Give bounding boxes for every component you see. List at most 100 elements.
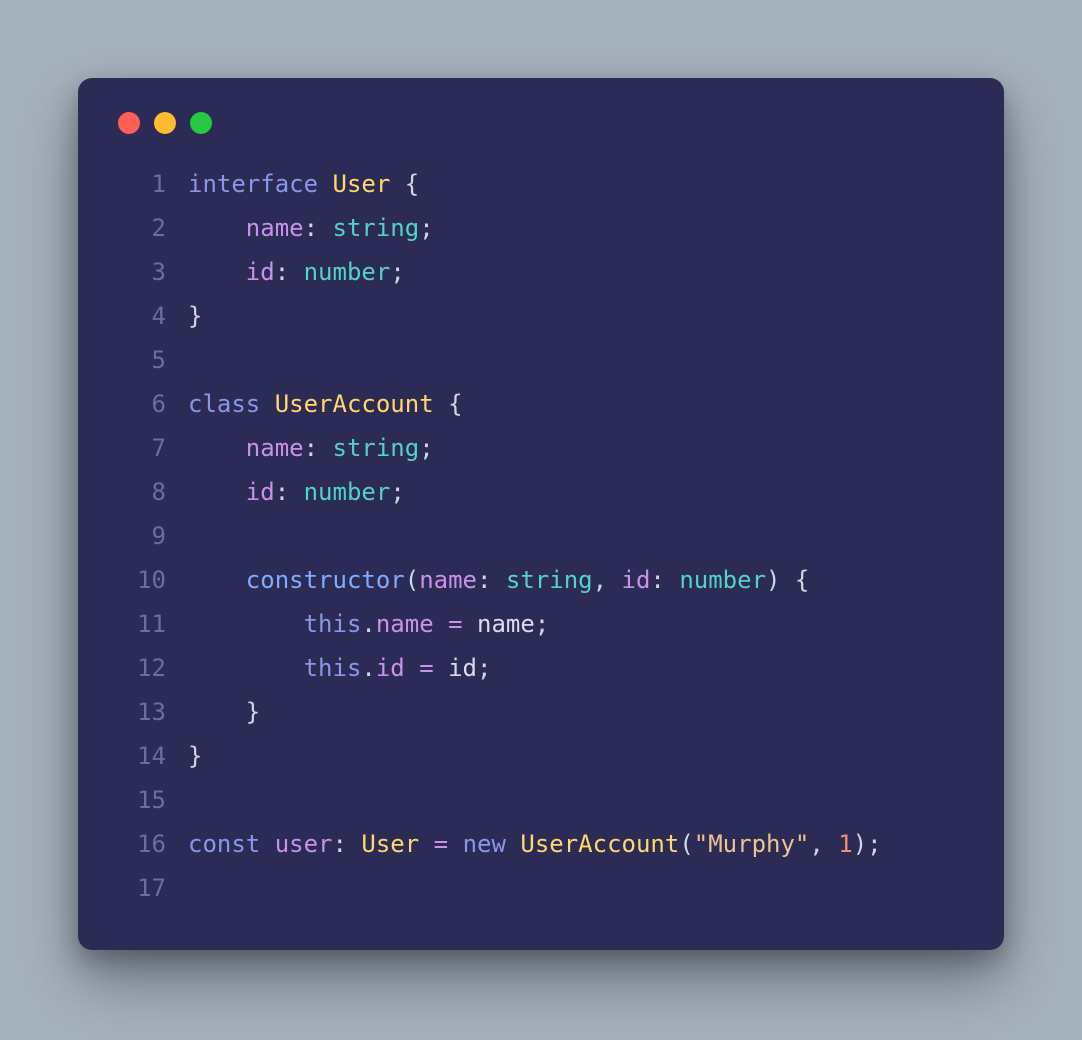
line-content: class UserAccount { bbox=[188, 382, 964, 426]
code-token bbox=[419, 830, 433, 858]
code-line: 4} bbox=[118, 294, 964, 338]
code-line: 1interface User { bbox=[118, 162, 964, 206]
code-token: ; bbox=[390, 478, 404, 506]
code-token bbox=[188, 478, 246, 506]
code-token bbox=[506, 830, 520, 858]
code-token: interface bbox=[188, 170, 318, 198]
code-token: id bbox=[246, 258, 275, 286]
code-token: } bbox=[188, 698, 260, 726]
code-line: 9 bbox=[118, 514, 964, 558]
code-token: : bbox=[275, 258, 304, 286]
code-token bbox=[448, 830, 462, 858]
code-token: user bbox=[275, 830, 333, 858]
code-token: } bbox=[188, 302, 202, 330]
code-token: . bbox=[361, 610, 375, 638]
code-token bbox=[318, 170, 332, 198]
line-number: 5 bbox=[118, 338, 188, 382]
code-token: ; bbox=[477, 654, 491, 682]
code-token: { bbox=[390, 170, 419, 198]
code-token: id bbox=[376, 654, 405, 682]
line-content bbox=[188, 338, 964, 382]
code-line: 16const user: User = new UserAccount("Mu… bbox=[118, 822, 964, 866]
code-token: this bbox=[304, 610, 362, 638]
code-token: : bbox=[275, 478, 304, 506]
code-line: 13 } bbox=[118, 690, 964, 734]
code-line: 12 this.id = id; bbox=[118, 646, 964, 690]
code-line: 14} bbox=[118, 734, 964, 778]
line-number: 7 bbox=[118, 426, 188, 470]
code-token: : bbox=[650, 566, 679, 594]
line-number: 10 bbox=[118, 558, 188, 602]
zoom-icon[interactable] bbox=[190, 112, 212, 134]
code-token: 1 bbox=[838, 830, 852, 858]
code-token bbox=[405, 654, 419, 682]
close-icon[interactable] bbox=[118, 112, 140, 134]
code-token: string bbox=[333, 434, 420, 462]
line-content: this.name = name; bbox=[188, 602, 964, 646]
code-line: 2 name: string; bbox=[118, 206, 964, 250]
line-content: id: number; bbox=[188, 250, 964, 294]
code-token: number bbox=[679, 566, 766, 594]
code-token: ; bbox=[419, 434, 433, 462]
code-line: 8 id: number; bbox=[118, 470, 964, 514]
code-token: . bbox=[361, 654, 375, 682]
code-token: name bbox=[419, 566, 477, 594]
code-line: 7 name: string; bbox=[118, 426, 964, 470]
line-number: 15 bbox=[118, 778, 188, 822]
line-number: 16 bbox=[118, 822, 188, 866]
code-token: UserAccount bbox=[520, 830, 679, 858]
code-token: new bbox=[463, 830, 506, 858]
code-token: name bbox=[246, 434, 304, 462]
code-token bbox=[260, 390, 274, 418]
code-token: ( bbox=[679, 830, 693, 858]
line-content: this.id = id; bbox=[188, 646, 964, 690]
line-number: 12 bbox=[118, 646, 188, 690]
code-token: User bbox=[333, 170, 391, 198]
line-number: 2 bbox=[118, 206, 188, 250]
code-token bbox=[188, 566, 246, 594]
code-token: name bbox=[246, 214, 304, 242]
code-token: User bbox=[361, 830, 419, 858]
code-token: number bbox=[304, 258, 391, 286]
line-content bbox=[188, 866, 964, 910]
code-token: = bbox=[419, 654, 433, 682]
code-line: 6class UserAccount { bbox=[118, 382, 964, 426]
code-token: : bbox=[333, 830, 362, 858]
code-token: const bbox=[188, 830, 260, 858]
line-number: 11 bbox=[118, 602, 188, 646]
code-token: : bbox=[304, 434, 333, 462]
line-number: 6 bbox=[118, 382, 188, 426]
code-token: id bbox=[246, 478, 275, 506]
code-window: 1interface User {2 name: string;3 id: nu… bbox=[78, 78, 1004, 950]
code-token: ( bbox=[405, 566, 419, 594]
code-token: UserAccount bbox=[275, 390, 434, 418]
code-token: name bbox=[376, 610, 434, 638]
minimize-icon[interactable] bbox=[154, 112, 176, 134]
line-number: 13 bbox=[118, 690, 188, 734]
code-line: 15 bbox=[118, 778, 964, 822]
code-token: { bbox=[434, 390, 463, 418]
code-token: = bbox=[434, 830, 448, 858]
code-editor[interactable]: 1interface User {2 name: string;3 id: nu… bbox=[118, 162, 964, 910]
line-content bbox=[188, 778, 964, 822]
code-line: 5 bbox=[118, 338, 964, 382]
line-content: name: string; bbox=[188, 426, 964, 470]
line-number: 4 bbox=[118, 294, 188, 338]
line-content bbox=[188, 514, 964, 558]
line-content: } bbox=[188, 294, 964, 338]
code-token bbox=[188, 610, 304, 638]
line-content: constructor(name: string, id: number) { bbox=[188, 558, 964, 602]
code-token bbox=[188, 258, 246, 286]
line-content: name: string; bbox=[188, 206, 964, 250]
code-token: constructor bbox=[246, 566, 405, 594]
code-token: this bbox=[304, 654, 362, 682]
line-number: 3 bbox=[118, 250, 188, 294]
code-token: : bbox=[304, 214, 333, 242]
code-token: id bbox=[434, 654, 477, 682]
line-content: interface User { bbox=[188, 162, 964, 206]
code-token: = bbox=[448, 610, 462, 638]
code-token: "Murphy" bbox=[694, 830, 810, 858]
code-token: number bbox=[304, 478, 391, 506]
stage: 1interface User {2 name: string;3 id: nu… bbox=[0, 0, 1082, 1040]
line-number: 1 bbox=[118, 162, 188, 206]
